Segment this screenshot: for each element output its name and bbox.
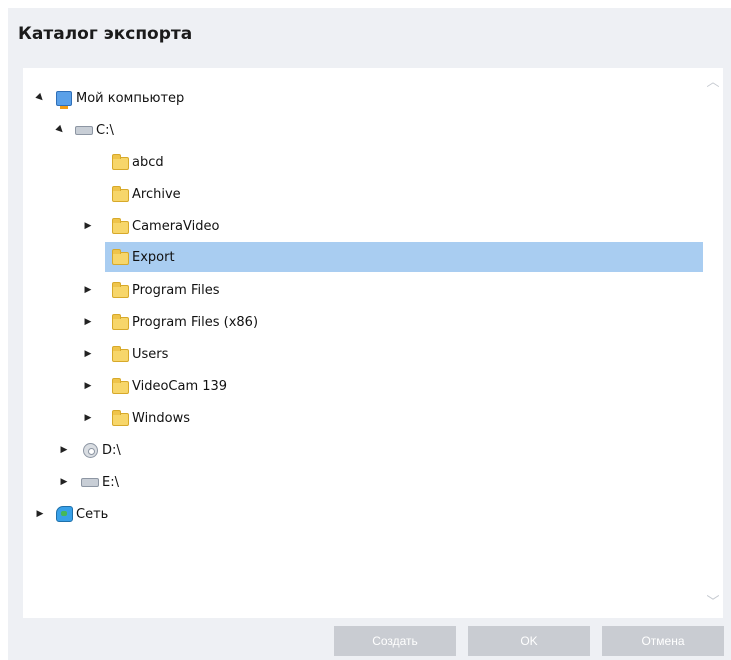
drive-icon <box>81 474 99 490</box>
folder-icon <box>111 185 129 202</box>
tree-item-label: Windows <box>132 410 191 426</box>
folder-icon <box>111 377 129 394</box>
tree-item-label: Мой компьютер <box>76 90 185 106</box>
tree-item-label: Export <box>132 249 175 265</box>
tree-item-program-files[interactable]: ▶ Program Files <box>81 278 705 302</box>
expand-toggle[interactable]: ▶ <box>81 379 95 393</box>
expand-toggle[interactable]: ▶ <box>81 411 95 425</box>
tree-item-label: VideoCam 139 <box>132 378 228 394</box>
tree-item-cameravideo[interactable]: ▶ CameraVideo <box>81 214 705 238</box>
tree-item-label: Users <box>132 346 169 362</box>
tree-item-label: CameraVideo <box>132 218 220 234</box>
tree-item-label: Program Files <box>132 282 220 298</box>
folder-icon <box>111 409 129 426</box>
tree-item-label: abcd <box>132 154 164 170</box>
tree-item-export[interactable]: Export <box>105 242 715 272</box>
network-icon <box>55 506 73 522</box>
create-button[interactable]: Создать <box>334 626 456 656</box>
tree-item-drive-c[interactable]: ▶ C:\ <box>53 118 703 142</box>
folder-icon <box>111 153 129 170</box>
vertical-scrollbar[interactable]: ︿ ﹀ <box>703 68 723 618</box>
tree-item-windows[interactable]: ▶ Windows <box>81 406 705 430</box>
expand-toggle[interactable]: ▶ <box>57 475 71 489</box>
ok-button[interactable]: OK <box>468 626 590 656</box>
scroll-down-arrow-icon[interactable]: ﹀ <box>706 596 720 609</box>
expand-toggle[interactable]: ▶ <box>50 120 70 140</box>
folder-icon <box>111 248 129 265</box>
expand-toggle[interactable]: ▶ <box>33 507 47 521</box>
export-folder-dialog: Каталог экспорта ▶ Мой компьютер ▶ C:\ a… <box>8 8 731 660</box>
tree-item-label: D:\ <box>102 442 121 458</box>
cancel-button[interactable]: Отмена <box>602 626 724 656</box>
dialog-title: Каталог экспорта <box>18 24 193 44</box>
tree-item-my-computer[interactable]: ▶ Мой компьютер <box>33 86 703 110</box>
tree-item-label: C:\ <box>96 122 114 138</box>
tree-item-users[interactable]: ▶ Users <box>81 342 705 366</box>
tree-item-label: Сеть <box>76 506 109 522</box>
tree-item-program-files-x86[interactable]: ▶ Program Files (x86) <box>81 310 705 334</box>
expand-toggle[interactable]: ▶ <box>81 347 95 361</box>
folder-icon <box>111 345 129 362</box>
tree-item-drive-e[interactable]: ▶ E:\ <box>57 470 705 494</box>
tree-item-label: Program Files (x86) <box>132 314 259 330</box>
expand-toggle[interactable]: ▶ <box>30 88 50 108</box>
expand-toggle[interactable]: ▶ <box>81 315 95 329</box>
folder-icon <box>111 313 129 330</box>
expand-toggle[interactable]: ▶ <box>57 443 71 457</box>
expand-toggle[interactable]: ▶ <box>81 283 95 297</box>
scroll-up-arrow-icon[interactable]: ︿ <box>706 76 720 89</box>
tree-item-videocam-139[interactable]: ▶ VideoCam 139 <box>81 374 705 398</box>
tree-item-network[interactable]: ▶ Сеть <box>33 502 705 526</box>
tree-item-archive[interactable]: Archive <box>105 182 705 206</box>
folder-tree[interactable]: ▶ Мой компьютер ▶ C:\ abcd Archive ▶ Cam… <box>23 68 723 618</box>
folder-icon <box>111 217 129 234</box>
tree-item-label: Archive <box>132 186 181 202</box>
folder-icon <box>111 281 129 298</box>
drive-icon <box>75 122 93 138</box>
cd-drive-icon <box>81 442 99 458</box>
tree-item-drive-d[interactable]: ▶ D:\ <box>57 438 705 462</box>
tree-item-label: E:\ <box>102 474 119 490</box>
tree-item-abcd[interactable]: abcd <box>105 150 705 174</box>
expand-toggle[interactable]: ▶ <box>81 219 95 233</box>
computer-icon <box>55 90 73 109</box>
